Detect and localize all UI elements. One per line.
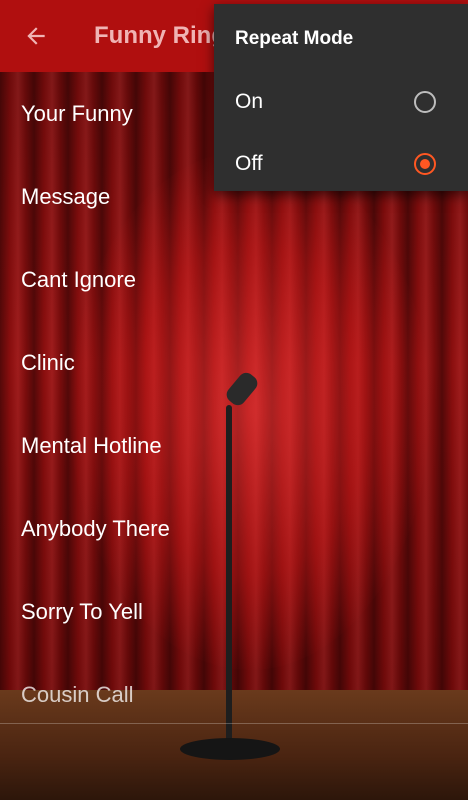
- radio-unselected-icon[interactable]: [414, 91, 436, 113]
- microphone-base: [180, 738, 280, 760]
- list-item-label: Your Funny: [21, 100, 133, 126]
- repeat-option-off[interactable]: Off: [214, 133, 468, 195]
- app-screen: Funny Ring Your Funny Message Cant Ignor…: [0, 0, 468, 800]
- list-item-label: Message: [21, 183, 111, 209]
- list-item-label: Clinic: [21, 349, 75, 375]
- list-item-label: Cant Ignore: [21, 266, 136, 292]
- page-title: Funny Ring: [94, 22, 226, 49]
- option-label: On: [235, 90, 264, 113]
- back-button[interactable]: [0, 0, 72, 72]
- option-label: Off: [235, 152, 263, 175]
- list-divider: [0, 723, 468, 724]
- radio-selected-icon[interactable]: [414, 153, 436, 175]
- repeat-option-on[interactable]: On: [214, 71, 468, 133]
- repeat-mode-menu: Repeat Mode On Off: [214, 4, 468, 191]
- list-item[interactable]: Cant Ignore: [0, 238, 468, 321]
- list-item-label: Anybody There: [21, 515, 170, 541]
- menu-title: Repeat Mode: [235, 28, 354, 49]
- list-item[interactable]: Anybody There: [0, 487, 468, 570]
- list-item[interactable]: Clinic: [0, 321, 468, 404]
- list-item-label: Sorry To Yell: [21, 598, 143, 624]
- list-item[interactable]: Sorry To Yell: [0, 570, 468, 653]
- list-item[interactable]: Mental Hotline: [0, 404, 468, 487]
- arrow-left-icon: [27, 27, 45, 45]
- list-item-label: Cousin Call: [21, 681, 134, 707]
- list-item-label: Mental Hotline: [21, 432, 162, 458]
